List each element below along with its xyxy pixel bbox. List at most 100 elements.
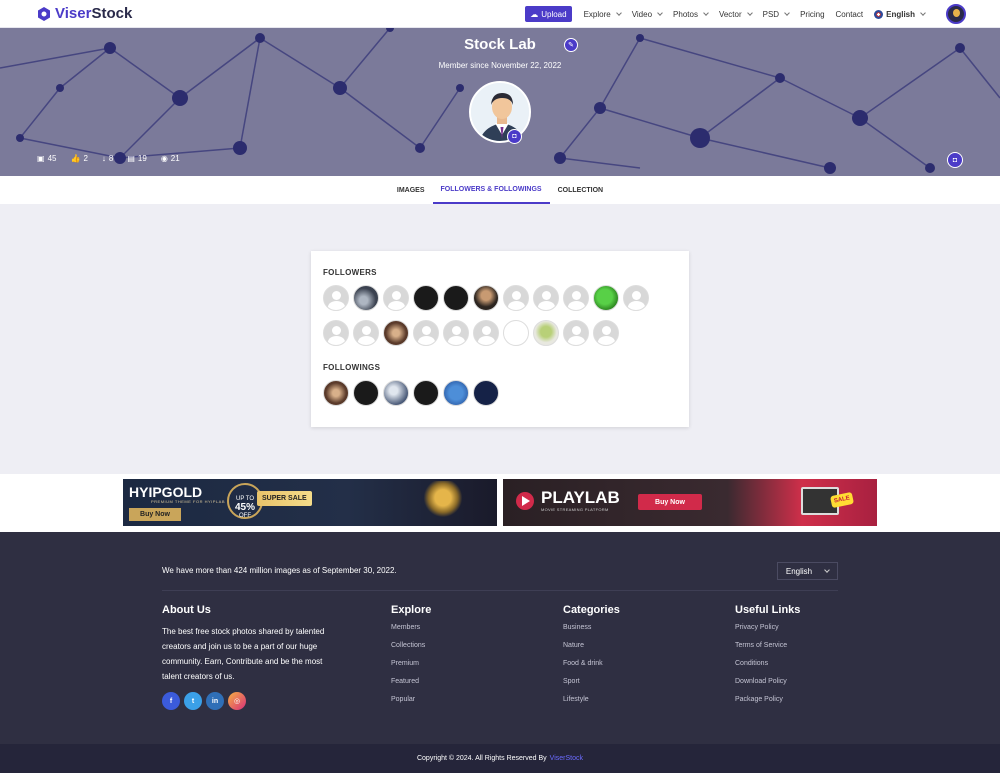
explore-link-members[interactable]: Members xyxy=(391,624,431,631)
edit-profile-button[interactable]: ✎ xyxy=(564,38,578,52)
category-link-lifestyle[interactable]: Lifestyle xyxy=(563,696,620,703)
following-avatar[interactable] xyxy=(353,380,379,406)
follower-avatar[interactable] xyxy=(563,285,589,311)
tab-images[interactable]: IMAGES xyxy=(389,176,433,204)
follower-avatar[interactable] xyxy=(593,285,619,311)
linkedin-icon[interactable]: in xyxy=(206,692,224,710)
logo-icon xyxy=(37,6,51,21)
followers-row-1 xyxy=(323,285,649,311)
follower-avatar[interactable] xyxy=(503,285,529,311)
follower-avatar[interactable] xyxy=(623,285,649,311)
category-link-nature[interactable]: Nature xyxy=(563,642,620,649)
follower-avatar[interactable] xyxy=(443,285,469,311)
follower-avatar[interactable] xyxy=(473,320,499,346)
nav-item-contact[interactable]: Contact xyxy=(836,10,864,19)
tab-followers-followings[interactable]: FOLLOWERS & FOLLOWINGS xyxy=(432,176,550,204)
nav-item-vector[interactable]: Vector xyxy=(719,10,753,19)
upload-button[interactable]: ☁ Upload xyxy=(525,6,572,22)
follower-avatar[interactable] xyxy=(353,285,379,311)
nav-item-psd[interactable]: PSD xyxy=(763,10,790,19)
stat-image: ▣ 45 xyxy=(37,154,56,163)
follower-avatar[interactable] xyxy=(383,285,409,311)
explore-link-popular[interactable]: Popular xyxy=(391,696,431,703)
nav-item-video[interactable]: Video xyxy=(632,10,663,19)
follower-avatar[interactable] xyxy=(503,320,529,346)
following-avatar[interactable] xyxy=(413,380,439,406)
chevron-down-icon xyxy=(920,10,926,16)
playlab-ad-banner[interactable]: PLAYLAB MOVIE STREAMING PLATFORM Buy Now… xyxy=(503,479,877,526)
follower-avatar[interactable] xyxy=(443,320,469,346)
footer-divider xyxy=(162,590,838,591)
stat-collection: ▤ 19 xyxy=(127,154,146,163)
stat-eye: ◉ 21 xyxy=(161,154,180,163)
copyright-brand-link[interactable]: ViserStock xyxy=(550,755,583,762)
ad2-buy-button[interactable]: Buy Now xyxy=(638,494,702,510)
footer-language-select[interactable]: English xyxy=(777,562,838,580)
following-avatar[interactable] xyxy=(383,380,409,406)
profile-tabs: IMAGES FOLLOWERS & FOLLOWINGS COLLECTION xyxy=(0,176,1000,204)
follower-avatar[interactable] xyxy=(413,320,439,346)
language-selector[interactable]: English xyxy=(874,9,926,19)
followers-title: FOLLOWERS xyxy=(323,268,377,277)
facebook-icon[interactable]: f xyxy=(162,692,180,710)
footer-headline: We have more than 424 million images as … xyxy=(162,566,397,575)
category-link-food-drink[interactable]: Food & drink xyxy=(563,660,620,667)
category-link-sport[interactable]: Sport xyxy=(563,678,620,685)
social-links: f t in ◎ xyxy=(162,692,327,710)
following-avatar[interactable] xyxy=(443,380,469,406)
follower-avatar[interactable] xyxy=(323,320,349,346)
followers-row-2 xyxy=(323,320,619,346)
follower-avatar[interactable] xyxy=(533,320,559,346)
eye-icon: ◉ xyxy=(160,154,168,163)
useful-link-conditions[interactable]: Conditions xyxy=(735,660,800,667)
explore-link-collections[interactable]: Collections xyxy=(391,642,431,649)
chevron-down-icon xyxy=(824,567,830,573)
useful-link-privacy-policy[interactable]: Privacy Policy xyxy=(735,624,800,631)
follower-avatar[interactable] xyxy=(533,285,559,311)
stat-thumbs-up: 👍 2 xyxy=(70,154,87,163)
explore-link-featured[interactable]: Featured xyxy=(391,678,431,685)
follower-avatar[interactable] xyxy=(413,285,439,311)
tab-collection[interactable]: COLLECTION xyxy=(550,176,612,204)
hyipgold-ad-banner[interactable]: HYIPGOLD PREMIUM THEME FOR HYIPLAB Buy N… xyxy=(123,479,497,526)
ad1-discount-value: 45% xyxy=(234,502,255,513)
nav-item-photos[interactable]: Photos xyxy=(673,10,709,19)
follower-avatar[interactable] xyxy=(323,285,349,311)
following-avatar[interactable] xyxy=(323,380,349,406)
chevron-down-icon xyxy=(615,10,622,16)
nav-item-pricing[interactable]: Pricing xyxy=(800,10,824,19)
useful-link-package-policy[interactable]: Package Policy xyxy=(735,696,800,703)
instagram-icon[interactable]: ◎ xyxy=(228,692,246,710)
useful-link-terms-of-service[interactable]: Terms of Service xyxy=(735,642,800,649)
follower-avatar[interactable] xyxy=(353,320,379,346)
change-avatar-button[interactable]: ◘ xyxy=(507,129,522,144)
followers-card: FOLLOWERS FOLLOWINGS xyxy=(311,251,689,427)
categories-title: Categories xyxy=(563,604,620,616)
user-avatar[interactable] xyxy=(946,4,966,24)
ad1-subtitle: PREMIUM THEME FOR HYIPLAB xyxy=(151,499,225,504)
footer: We have more than 424 million images as … xyxy=(0,532,1000,744)
follower-avatar[interactable] xyxy=(473,285,499,311)
upload-label: Upload xyxy=(541,9,567,19)
useful-link-download-policy[interactable]: Download Policy xyxy=(735,678,800,685)
following-avatar[interactable] xyxy=(473,380,499,406)
category-link-business[interactable]: Business xyxy=(563,624,620,631)
follower-avatar[interactable] xyxy=(383,320,409,346)
nav-item-explore[interactable]: Explore xyxy=(584,10,622,19)
copyright-bar: Copyright © 2024. All Rights Reserved By… xyxy=(0,744,1000,773)
logo[interactable]: Viser Stock xyxy=(37,5,132,22)
change-cover-button[interactable]: ◘ xyxy=(947,152,963,168)
ad2-subtitle: MOVIE STREAMING PLATFORM xyxy=(541,507,609,512)
logo-text-part2: Stock xyxy=(91,5,133,22)
ad1-buy-button[interactable]: Buy Now xyxy=(129,508,181,521)
about-text: The best free stock photos shared by tal… xyxy=(162,627,325,681)
follower-avatar[interactable] xyxy=(563,320,589,346)
follower-avatar[interactable] xyxy=(593,320,619,346)
chevron-down-icon xyxy=(746,10,753,16)
explore-link-premium[interactable]: Premium xyxy=(391,660,431,667)
profile-cover: Stock Lab ✎ Member since November 22, 20… xyxy=(0,28,1000,176)
stat-value: 21 xyxy=(170,154,180,163)
footer-language-label: English xyxy=(785,566,813,576)
twitter-icon[interactable]: t xyxy=(184,692,202,710)
gold-coins-image xyxy=(423,481,463,523)
